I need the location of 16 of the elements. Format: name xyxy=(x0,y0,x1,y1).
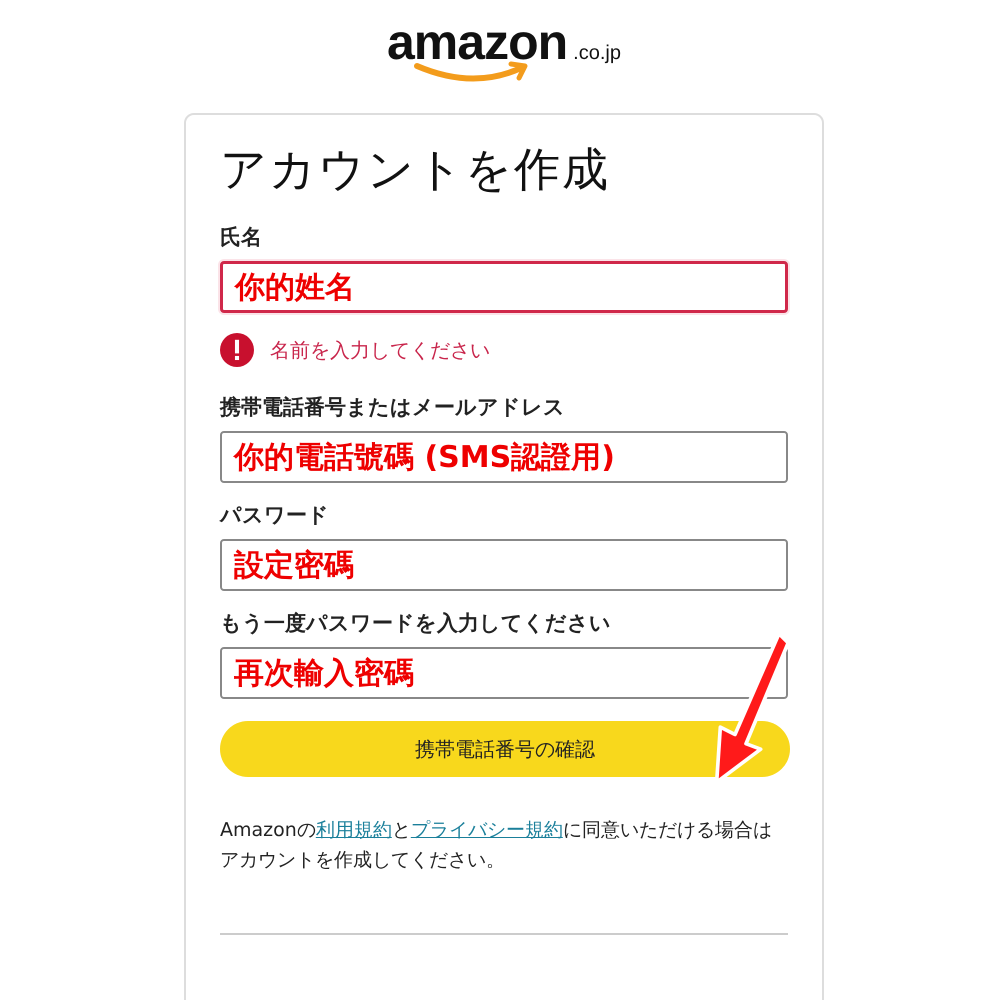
verify-button[interactable]: 携帯電話番号の確認 xyxy=(220,721,790,777)
input-field[interactable]: 設定密碼 xyxy=(220,539,788,591)
consent-text: Amazonの利用規約 と プライバシー規約に同意いただける場合はアカウントを作成してください。 xyxy=(220,818,773,873)
input-field[interactable]: 你的姓名 xyxy=(220,261,788,313)
logo: amazon.co.jp xyxy=(387,14,621,92)
terms-link[interactable]: プライバシー規約 xyxy=(410,819,563,841)
field-label: パスワード xyxy=(220,502,330,529)
form-title: アカウントを作成 xyxy=(220,141,611,198)
field-label: 携帯電話番号またはメールアドレス xyxy=(220,394,566,421)
error-icon xyxy=(220,333,254,367)
input-field[interactable]: 你的電話號碼 (SMS認證用) xyxy=(220,431,788,483)
field-label: もう一度パスワードを入力してください xyxy=(220,610,612,637)
error-message: 名前を入力してください xyxy=(270,336,490,364)
input-field[interactable]: 再次輸入密碼 xyxy=(220,647,788,699)
terms-link[interactable]: 利用規約 xyxy=(316,819,392,841)
field-label: 氏名 xyxy=(220,224,263,251)
